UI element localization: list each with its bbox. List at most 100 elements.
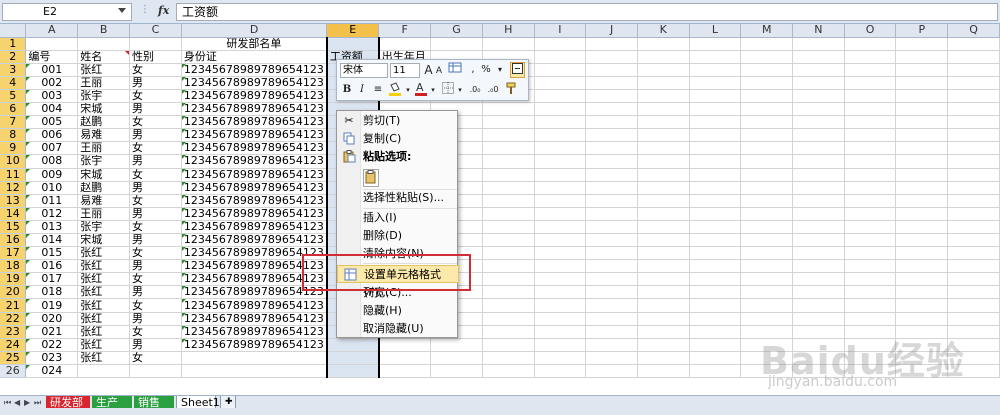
cell[interactable] <box>689 246 742 261</box>
cell[interactable] <box>482 246 535 261</box>
cell[interactable] <box>325 338 380 352</box>
cell[interactable] <box>792 233 845 248</box>
cell[interactable]: 女 <box>129 194 182 208</box>
formula-input[interactable]: 工资额 <box>176 3 998 21</box>
cell[interactable]: 张宇 <box>77 154 131 169</box>
cell[interactable] <box>534 115 587 130</box>
cell[interactable] <box>585 76 638 90</box>
cell[interactable] <box>792 207 845 221</box>
cell[interactable] <box>585 63 638 77</box>
column-header[interactable]: M <box>740 24 794 38</box>
cell[interactable]: 022 <box>25 338 79 352</box>
cell[interactable]: 张红 <box>77 312 131 326</box>
cell[interactable] <box>482 312 535 326</box>
cell[interactable]: 12345678989789654123 <box>181 194 328 208</box>
cell[interactable] <box>637 351 690 365</box>
cell[interactable] <box>534 325 587 339</box>
row-header[interactable]: 19 <box>0 272 27 287</box>
row-header[interactable]: 6 <box>0 102 27 117</box>
cell[interactable] <box>585 220 638 235</box>
chevron-down-icon[interactable]: ▾ <box>495 62 505 78</box>
cell[interactable] <box>740 312 794 326</box>
cell[interactable] <box>482 207 535 221</box>
cell[interactable] <box>637 298 690 313</box>
cell[interactable]: 张红 <box>77 285 131 300</box>
cell[interactable] <box>637 246 690 261</box>
row-header[interactable]: 25 <box>0 351 27 365</box>
row-header[interactable]: 13 <box>0 194 27 208</box>
cell[interactable] <box>947 181 1000 195</box>
cell[interactable]: 12345678989789654123 <box>181 233 328 248</box>
cell[interactable]: 006 <box>25 128 79 143</box>
cell[interactable] <box>844 272 897 287</box>
cell[interactable]: 013 <box>25 220 79 235</box>
cell[interactable]: 女 <box>129 351 182 365</box>
menu-item-delete[interactable]: 删除(D) <box>337 227 459 245</box>
cell[interactable] <box>585 154 638 169</box>
paste-button[interactable] <box>363 169 379 187</box>
cell[interactable]: 易难 <box>77 128 131 143</box>
cell[interactable] <box>378 37 432 51</box>
cell[interactable] <box>482 259 535 274</box>
cell[interactable] <box>325 37 380 51</box>
cell[interactable]: 男 <box>129 102 182 117</box>
cell[interactable] <box>740 89 794 104</box>
cell[interactable]: 女 <box>129 63 182 77</box>
cell[interactable] <box>482 102 535 117</box>
column-header[interactable]: F <box>378 24 432 38</box>
cell[interactable] <box>689 76 742 90</box>
cell[interactable] <box>895 76 949 90</box>
cell[interactable]: 12345678989789654123 <box>181 154 328 169</box>
cell[interactable] <box>585 364 638 379</box>
column-header[interactable]: G <box>430 24 483 38</box>
cell[interactable] <box>689 259 742 274</box>
cell[interactable] <box>895 141 949 156</box>
cell[interactable] <box>895 63 949 77</box>
cell[interactable] <box>895 298 949 313</box>
cell[interactable] <box>637 76 690 90</box>
cell[interactable] <box>585 246 638 261</box>
cell[interactable] <box>740 154 794 169</box>
cell[interactable] <box>534 272 587 287</box>
cell[interactable]: 12345678989789654123 <box>181 141 328 156</box>
row-header[interactable]: 18 <box>0 259 27 274</box>
cell[interactable] <box>895 220 949 235</box>
cell[interactable]: 男 <box>129 338 182 352</box>
cell[interactable] <box>740 272 794 287</box>
column-header[interactable]: K <box>637 24 690 38</box>
row-header[interactable]: 8 <box>0 128 27 143</box>
cell[interactable] <box>689 220 742 235</box>
cell[interactable] <box>740 115 794 130</box>
cell[interactable]: 12345678989789654123 <box>181 207 328 221</box>
cell[interactable] <box>689 272 742 287</box>
cell[interactable]: 12345678989789654123 <box>181 298 328 313</box>
prev-sheet-icon[interactable]: ◀ <box>14 398 22 407</box>
cell[interactable] <box>792 76 845 90</box>
cell[interactable] <box>689 63 742 77</box>
cell[interactable]: 024 <box>25 364 79 379</box>
cell[interactable]: 张红 <box>77 298 131 313</box>
cell[interactable]: 12345678989789654123 <box>181 128 328 143</box>
cell[interactable] <box>895 50 949 64</box>
cell[interactable] <box>895 37 949 51</box>
cell[interactable] <box>534 194 587 208</box>
cell[interactable] <box>482 364 535 379</box>
chevron-down-icon[interactable] <box>118 8 126 13</box>
cell[interactable] <box>792 298 845 313</box>
cell[interactable]: 012 <box>25 207 79 221</box>
cell[interactable]: 123456789897896541​23 <box>181 63 328 77</box>
menu-item-insert[interactable]: 插入(I) <box>337 209 459 227</box>
cell[interactable]: 王丽 <box>77 141 131 156</box>
cell[interactable] <box>482 272 535 287</box>
cell[interactable] <box>895 181 949 195</box>
cell[interactable] <box>844 50 897 64</box>
cell[interactable]: 12345678989789654123 <box>181 89 328 104</box>
cell[interactable] <box>637 272 690 287</box>
cell[interactable] <box>689 285 742 300</box>
cell[interactable] <box>740 259 794 274</box>
cell[interactable] <box>947 233 1000 248</box>
cell[interactable] <box>947 285 1000 300</box>
cell[interactable] <box>482 128 535 143</box>
cell[interactable] <box>637 89 690 104</box>
cell[interactable] <box>585 37 638 51</box>
